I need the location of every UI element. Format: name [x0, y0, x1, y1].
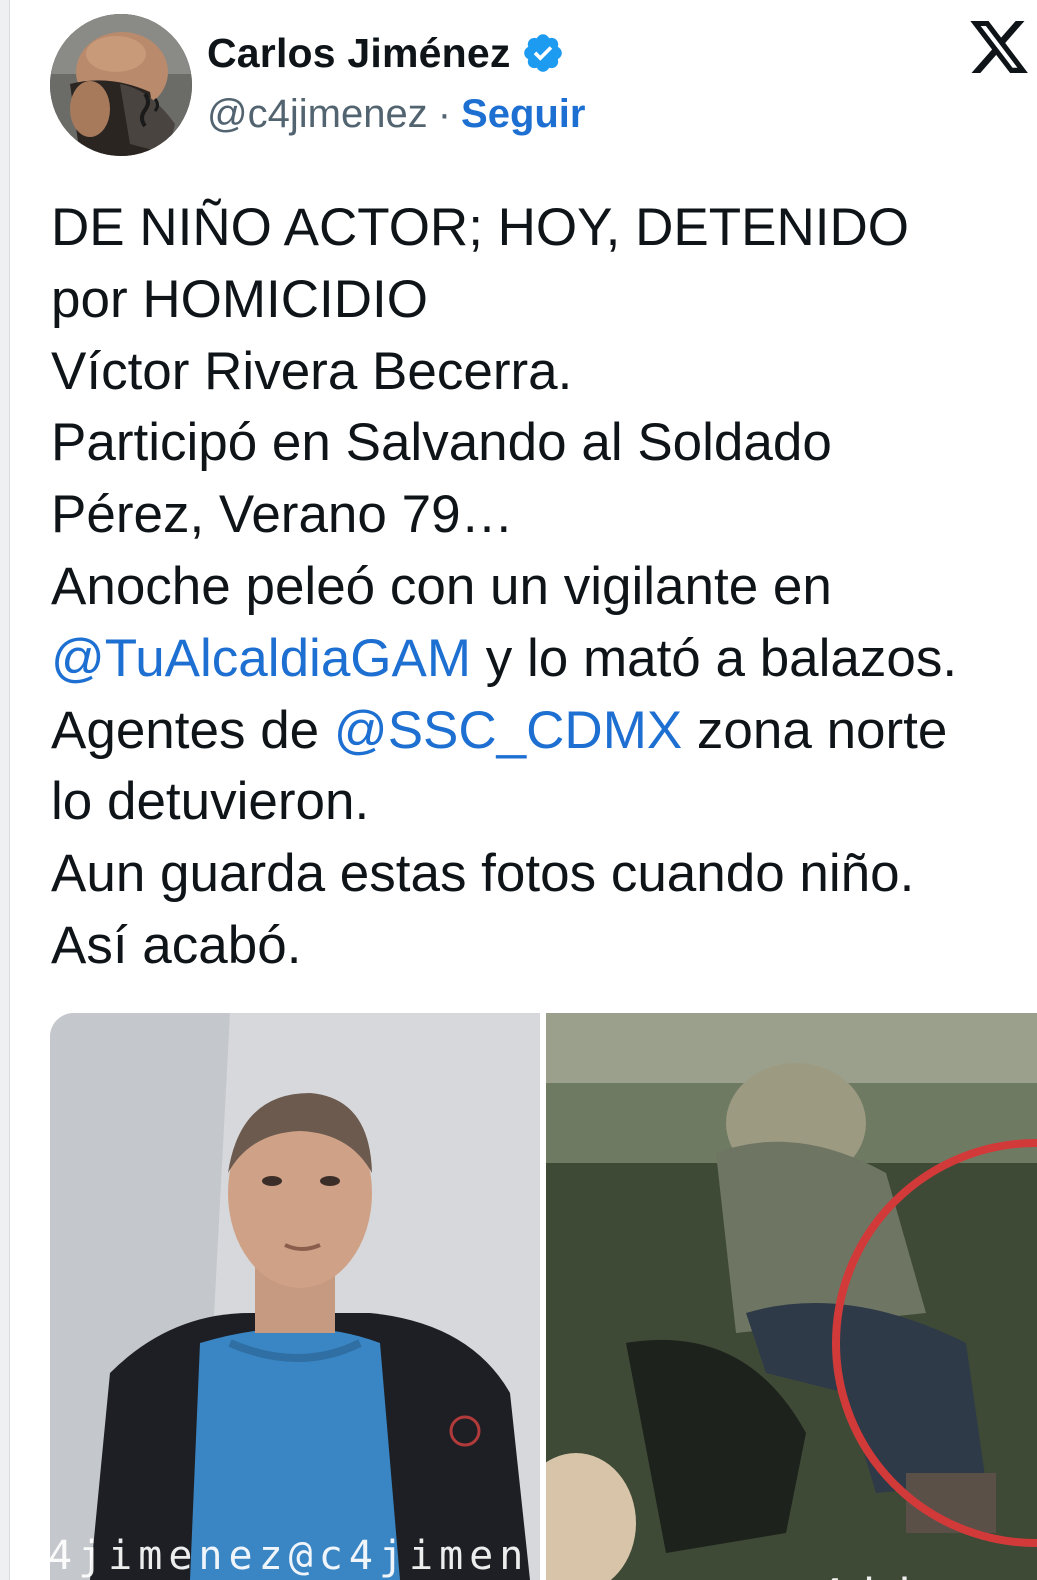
verified-badge-icon: [521, 31, 565, 75]
timeline-divider: [0, 0, 10, 1580]
mention-link[interactable]: @SSC_CDMX: [334, 701, 682, 760]
tweet-text: DE NIÑO ACTOR; HOY, DETENIDO por HOMICID…: [51, 192, 1037, 982]
tweet-media-grid: 4jimenez@c4jimen menez@c4jim: [50, 1013, 1037, 1580]
tweet-line: por HOMICIDIO: [51, 269, 428, 329]
author-avatar[interactable]: [50, 14, 192, 156]
x-logo-icon[interactable]: [967, 14, 1031, 80]
handle-row: @c4jimenez · Seguir: [207, 88, 586, 140]
tweet-line: lo detuvieron.: [51, 772, 370, 832]
tweet-photo-1[interactable]: 4jimenez@c4jimen: [50, 1013, 540, 1580]
author-handle[interactable]: @c4jimenez: [207, 92, 428, 137]
photo-watermark: 4jimenez@c4jimen: [50, 1533, 530, 1579]
photo-watermark: menez@c4jim: [560, 1569, 964, 1580]
author-name-row[interactable]: Carlos Jiménez: [207, 26, 565, 80]
tweet-line: Así acabó.: [51, 915, 302, 975]
tweet-line: zona norte: [682, 700, 948, 760]
separator-dot: ·: [437, 91, 452, 136]
tweet-line: Pérez, Verano 79…: [51, 485, 514, 545]
tweet-line: y lo mató a balazos.: [471, 628, 958, 688]
tweet-line: DE NIÑO ACTOR; HOY, DETENIDO: [51, 198, 909, 257]
tweet-line: Agentes de: [51, 700, 334, 760]
tweet-line: Anoche peleó con un vigilante en: [51, 556, 832, 616]
tweet-line: Participó en Salvando al Soldado: [51, 413, 832, 473]
follow-button[interactable]: Seguir: [461, 92, 585, 137]
tweet-line: Víctor Rivera Becerra.: [51, 341, 573, 401]
author-name[interactable]: Carlos Jiménez: [207, 30, 511, 77]
tweet-line: Aun guarda estas fotos cuando niño.: [51, 844, 915, 904]
mention-link[interactable]: @TuAlcaldiaGAM: [51, 629, 471, 688]
tweet-photo-2[interactable]: menez@c4jim: [546, 1013, 1037, 1580]
